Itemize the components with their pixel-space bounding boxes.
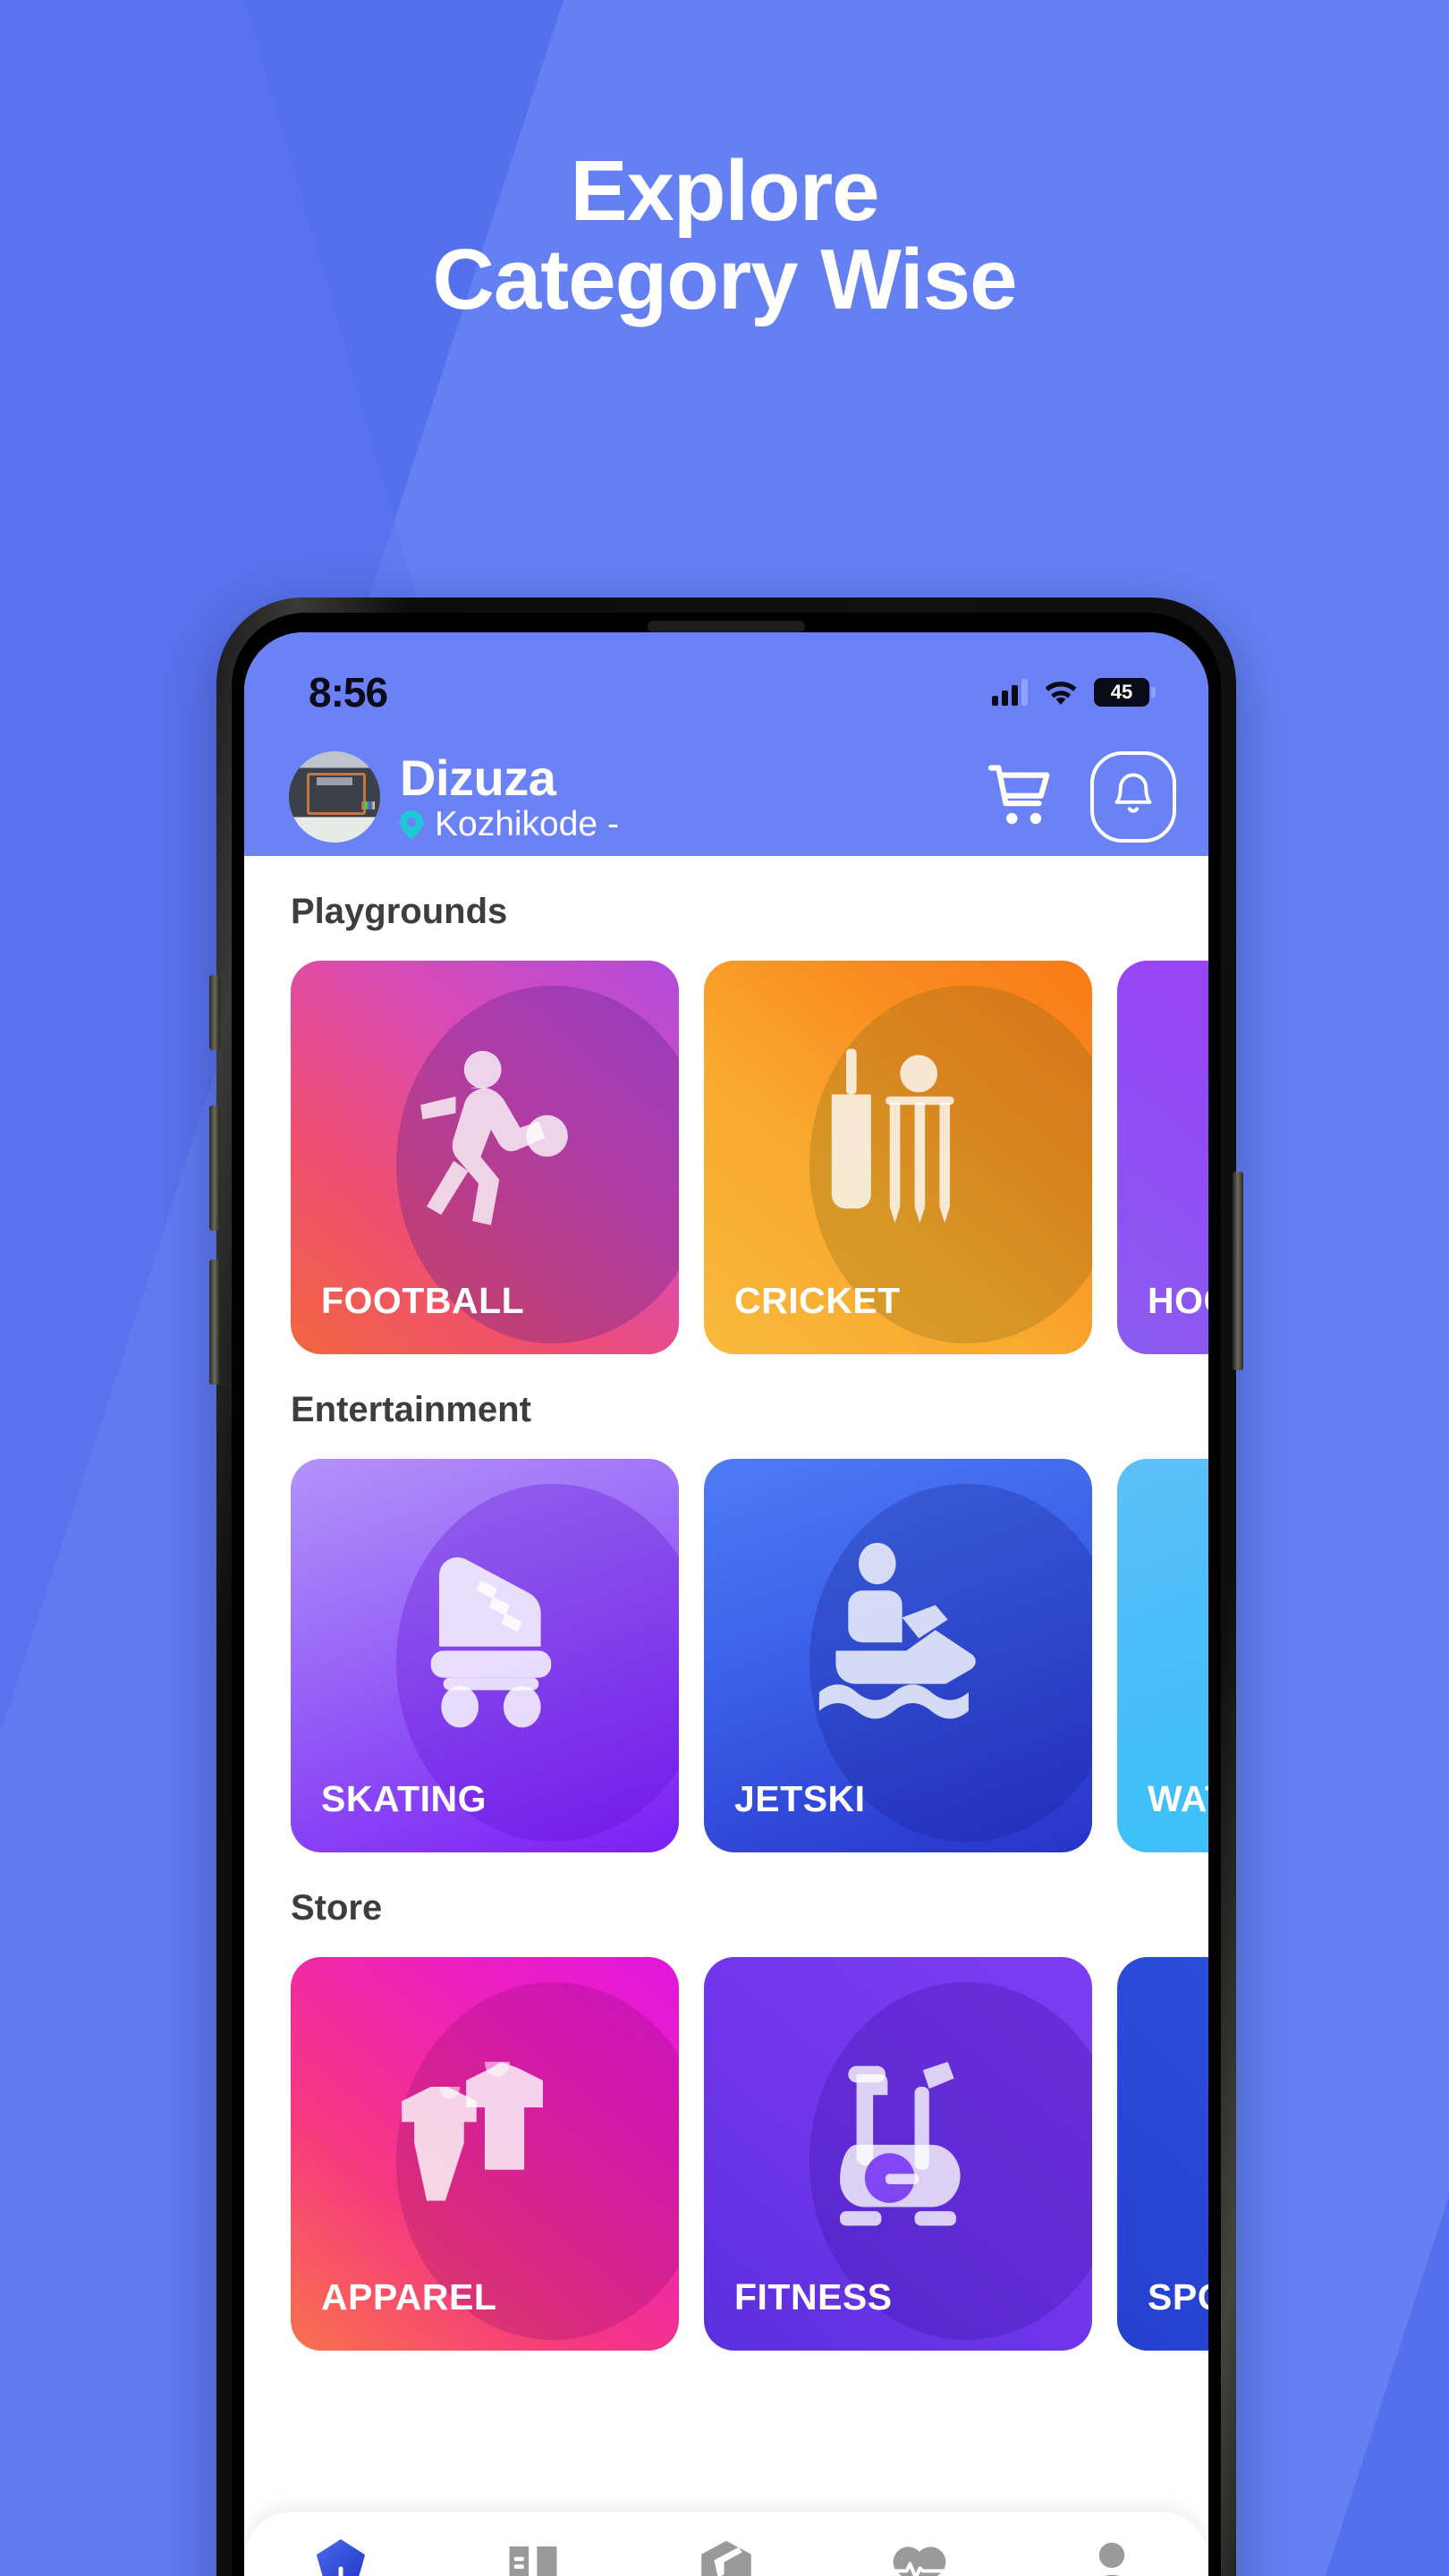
location-pin-icon — [400, 809, 423, 840]
promo-headline: Explore Category Wise — [0, 147, 1449, 327]
bottom-navigation-bar[interactable] — [244, 2512, 1208, 2576]
location-row[interactable]: Kozhikode - — [400, 807, 962, 842]
app-header: Dizuza Kozhikode - — [244, 738, 1208, 856]
category-card-label: CRICKET — [734, 1280, 901, 1321]
status-bar-time: 8:56 — [309, 669, 388, 716]
category-card-skating[interactable]: SKATING — [291, 1459, 679, 1852]
exercise-bike-icon — [704, 2000, 1092, 2265]
battery-level-text: 45 — [1110, 681, 1133, 703]
phone-volume-down-button[interactable] — [209, 1259, 220, 1385]
category-card-row[interactable]: APPAREL FITNESS SP — [244, 1928, 1208, 2351]
category-card-apparel[interactable]: APPAREL — [291, 1957, 679, 2351]
nav-item-package[interactable] — [659, 2535, 793, 2576]
status-bar-icons: 45 — [992, 678, 1156, 707]
avatar[interactable] — [289, 751, 380, 843]
phone-bezel: 8:56 45 Dizuza Kozhikode - Playgrounds F… — [232, 613, 1221, 2576]
phone-earpiece-speaker — [648, 621, 805, 632]
section-title: Entertainment — [291, 1390, 531, 1429]
nav-item-home[interactable] — [274, 2535, 408, 2576]
category-card-sports[interactable]: SPORTS — [1117, 1957, 1208, 2351]
clothing-apparel-icon — [291, 2000, 679, 2265]
category-card-row[interactable]: FOOTBALL CRICKET HO — [244, 932, 1208, 1354]
status-bar: 8:56 45 — [244, 632, 1208, 738]
nav-item-profile[interactable] — [1045, 2535, 1179, 2576]
category-card-cricket[interactable]: CRICKET — [704, 961, 1092, 1354]
wifi-icon — [1044, 679, 1078, 706]
jetski-rider-icon — [704, 1502, 1092, 1767]
water-sports-icon — [1117, 1502, 1208, 1767]
section-entertainment: Entertainment SKATING JETSKI WA — [244, 1354, 1208, 1852]
category-content[interactable]: Playgrounds FOOTBALL CRICKET HO Entertai… — [244, 856, 1208, 2576]
phone-mockup: 8:56 45 Dizuza Kozhikode - Playgrounds F… — [216, 597, 1236, 2576]
category-card-fitness[interactable]: FITNESS — [704, 1957, 1092, 2351]
heart-pulse-icon — [893, 2546, 945, 2576]
hockey-icon — [1117, 1004, 1208, 1268]
category-card-label: JETSKI — [734, 1778, 866, 1819]
phone-volume-up-button[interactable] — [209, 1106, 220, 1231]
package-box-icon — [701, 2540, 751, 2576]
category-card-label: HOCKEY — [1148, 1280, 1208, 1321]
section-store: Store APPAREL FITNESS SP — [244, 1852, 1208, 2351]
home-shield-icon — [316, 2538, 365, 2576]
cellular-signal-icon — [992, 679, 1028, 706]
section-title: Store — [291, 1888, 383, 1928]
category-card-hockey[interactable]: HOCKEY — [1117, 961, 1208, 1354]
category-card-label: SPORTS — [1148, 2276, 1208, 2318]
phone-screen: 8:56 45 Dizuza Kozhikode - Playgrounds F… — [244, 632, 1208, 2576]
sports-gear-icon — [1117, 2000, 1208, 2265]
nav-item-book[interactable] — [466, 2535, 600, 2576]
category-card-jetski[interactable]: JETSKI — [704, 1459, 1092, 1852]
location-label: Kozhikode - — [435, 805, 619, 844]
roller-skate-icon — [291, 1502, 679, 1767]
category-card-label: APPAREL — [321, 2276, 497, 2318]
section-title: Playgrounds — [291, 892, 508, 931]
promo-headline-line1: Explore — [570, 143, 879, 239]
brand-name: Dizuza — [400, 749, 556, 806]
phone-mute-switch[interactable] — [209, 975, 220, 1050]
category-card-label: FITNESS — [734, 2276, 893, 2318]
cricket-bat-wickets-icon — [704, 1004, 1092, 1268]
battery-icon: 45 — [1094, 678, 1156, 707]
category-card-water[interactable]: WATER — [1117, 1459, 1208, 1852]
open-book-icon — [509, 2546, 557, 2576]
app-header-text: Dizuza Kozhikode - — [400, 752, 962, 842]
shopping-cart-icon[interactable] — [981, 756, 1063, 838]
section-playgrounds: Playgrounds FOOTBALL CRICKET HO — [244, 856, 1208, 1354]
category-card-label: SKATING — [321, 1778, 487, 1819]
nav-item-health[interactable] — [852, 2535, 987, 2576]
promo-headline-line2: Category Wise — [432, 231, 1018, 327]
category-card-football[interactable]: FOOTBALL — [291, 961, 679, 1354]
category-card-row[interactable]: SKATING JETSKI WA — [244, 1430, 1208, 1852]
football-player-icon — [291, 1004, 679, 1268]
phone-power-button[interactable] — [1233, 1172, 1243, 1370]
category-card-label: FOOTBALL — [321, 1280, 525, 1321]
category-card-label: WATER — [1148, 1778, 1208, 1819]
person-profile-icon — [1098, 2542, 1125, 2576]
notification-bell-icon[interactable] — [1090, 751, 1176, 843]
